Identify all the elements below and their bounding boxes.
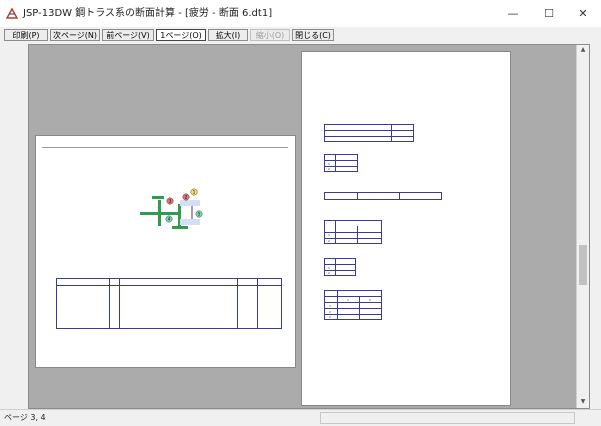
- svg-text:1: 1: [193, 189, 196, 194]
- print-preview-area: 1 2 3 4 5 1 2 1 2 1 2 1 2 1 2 3 ▲ ▼: [28, 44, 590, 409]
- svg-text:5: 5: [198, 211, 201, 216]
- scroll-thumb[interactable]: [579, 245, 587, 285]
- header-rule: [42, 147, 288, 148]
- next-page-button[interactable]: 次ページ(N): [50, 29, 100, 41]
- svg-text:3: 3: [169, 198, 172, 203]
- preview-page-portrait[interactable]: 1 2 1 2 1 2 1 2 1 2 3: [301, 51, 511, 406]
- one-page-button[interactable]: 1ページ(O): [156, 29, 206, 41]
- table6: 1 2 1 2 3: [324, 290, 382, 320]
- scroll-down-arrow-icon[interactable]: ▼: [577, 397, 589, 407]
- svg-text:4: 4: [168, 216, 171, 221]
- prev-page-button[interactable]: 前ページ(V): [102, 29, 154, 41]
- print-button[interactable]: 印刷(P): [4, 29, 48, 41]
- close-preview-button[interactable]: 閉じる(C): [292, 29, 334, 41]
- preview-page-landscape[interactable]: 1 2 3 4 5: [35, 135, 296, 368]
- summary-table: [56, 278, 282, 329]
- title-bar: JSP-13DW 鋼トラス系の断面計算 - [疲労 - 断面 6.dt1] — …: [0, 0, 601, 27]
- vertical-scrollbar[interactable]: ▲ ▼: [576, 45, 589, 408]
- status-panel: [320, 412, 575, 424]
- table3: [324, 192, 442, 200]
- window-title: JSP-13DW 鋼トラス系の断面計算 - [疲労 - 断面 6.dt1]: [23, 8, 273, 19]
- app-icon: [6, 7, 18, 19]
- maximize-button[interactable]: ☐: [531, 0, 567, 27]
- close-window-button[interactable]: ✕: [565, 0, 601, 27]
- svg-text:2: 2: [185, 194, 188, 199]
- left-margin: [0, 44, 28, 409]
- table4: 1 2: [324, 220, 382, 244]
- zoom-in-button[interactable]: 拡大(I): [208, 29, 248, 41]
- table1: [324, 124, 414, 142]
- app-window: JSP-13DW 鋼トラス系の断面計算 - [疲労 - 断面 6.dt1] — …: [0, 0, 601, 426]
- section-diagram: 1 2 3 4 5: [140, 188, 203, 229]
- status-text: ページ 3, 4: [4, 413, 46, 422]
- zoom-out-button[interactable]: 縮小(O): [250, 29, 290, 41]
- toolbar: 印刷(P) 次ページ(N) 前ページ(V) 1ページ(O) 拡大(I) 縮小(O…: [0, 27, 601, 43]
- minimize-button[interactable]: —: [495, 0, 531, 27]
- status-bar: ページ 3, 4: [0, 409, 601, 426]
- scroll-up-arrow-icon[interactable]: ▲: [577, 45, 589, 55]
- table2: 1 2: [324, 154, 358, 172]
- table5: 1 2: [324, 258, 356, 276]
